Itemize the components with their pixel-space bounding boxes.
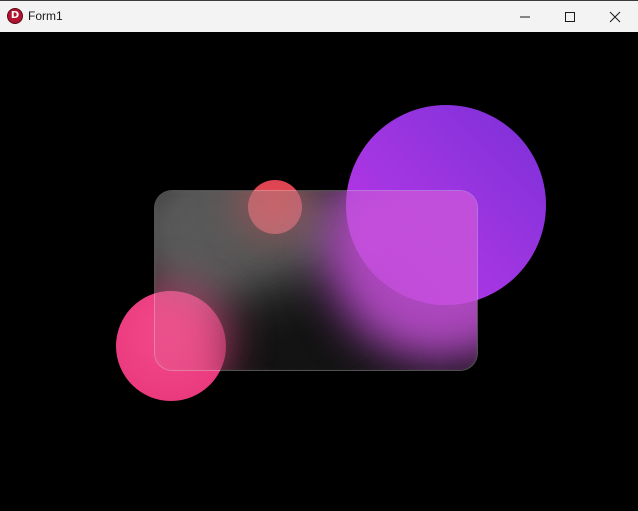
glass-noise-texture <box>155 191 477 370</box>
minimize-icon <box>520 16 530 18</box>
form-canvas <box>0 32 638 511</box>
app-icon-letter: D <box>10 10 20 21</box>
app-icon[interactable]: D <box>7 8 23 24</box>
close-button[interactable] <box>592 1 638 32</box>
title-bar[interactable]: D Form1 <box>0 0 638 32</box>
minimize-button[interactable] <box>502 1 548 32</box>
app-window: D Form1 <box>0 0 638 511</box>
maximize-button[interactable] <box>547 1 593 32</box>
frosted-glass-panel <box>154 190 478 371</box>
maximize-icon <box>565 12 575 22</box>
close-icon <box>609 11 621 23</box>
window-title: Form1 <box>28 9 63 23</box>
